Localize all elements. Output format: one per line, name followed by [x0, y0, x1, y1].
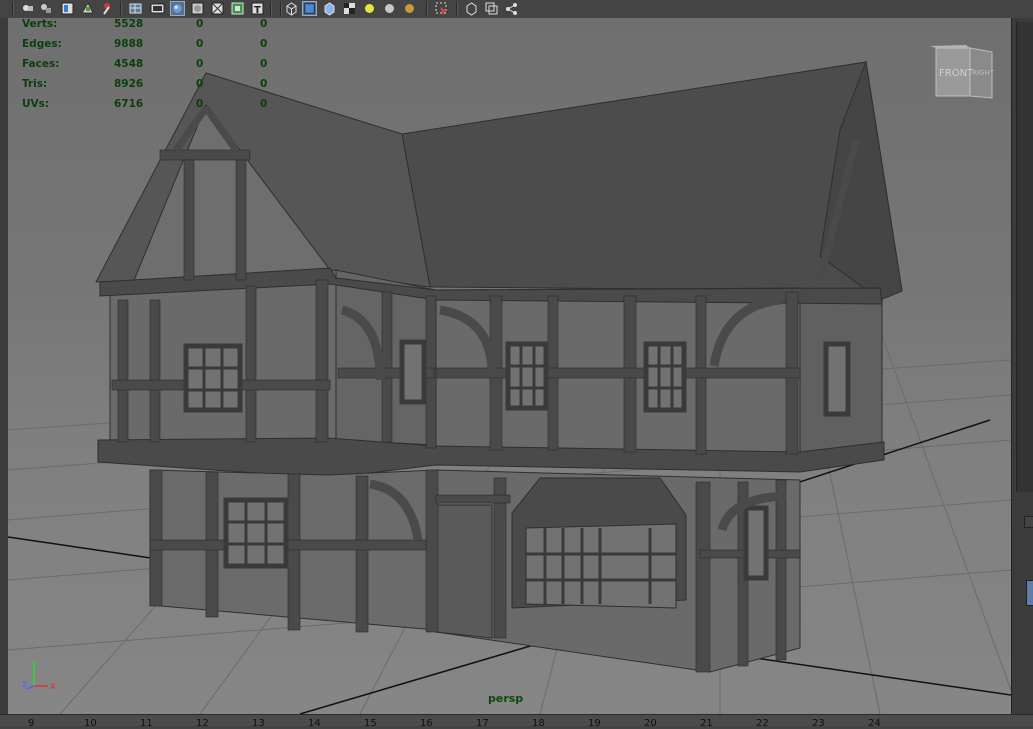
toolbar-separator [456, 2, 458, 16]
use-all-lights-icon[interactable]: T [250, 1, 265, 16]
camera-name-label: persp [488, 692, 524, 705]
hud-label: UVs: [22, 98, 50, 110]
hud-value: 9888 [114, 38, 144, 50]
hud-value: 4548 [114, 58, 144, 70]
shadows-icon[interactable] [382, 1, 397, 16]
timeline-tick-label: 12 [196, 718, 209, 729]
wireframe-icon[interactable] [170, 1, 185, 16]
svg-text:T: T [254, 5, 261, 16]
timeline-tick-label: 20 [644, 718, 657, 729]
hud-uv: 0 [260, 58, 268, 70]
hud-value: 5528 [114, 18, 144, 30]
smooth-shade-icon[interactable] [190, 1, 205, 16]
timeline-tick-label: 18 [532, 718, 545, 729]
timeline-tick-label: 9 [28, 718, 35, 729]
timeline-tick-label: 23 [812, 718, 825, 729]
timeline-tick-label: 13 [252, 718, 265, 729]
panel-toggle-button[interactable] [1026, 580, 1033, 606]
hud-label: Faces: [22, 58, 60, 70]
2d-pan-icon[interactable] [80, 1, 95, 16]
timeline-tick-label: 22 [756, 718, 769, 729]
perspective-viewport[interactable]: Verts: 5528 0 0 Edges: 9888 0 0 Faces: 4… [8, 18, 1011, 714]
view-cube[interactable]: FRONT RIGHT [926, 44, 998, 108]
axis-z-label: z [22, 679, 27, 690]
axis-gizmo: y z x [22, 659, 62, 698]
grease-pencil-icon[interactable] [100, 1, 115, 16]
hud-value: 6716 [114, 98, 144, 110]
hud-label: Verts: [22, 18, 58, 30]
hud-uv: 0 [260, 98, 268, 110]
scene-canvas [8, 60, 1011, 714]
image-plane-icon[interactable] [60, 1, 75, 16]
hud-uv: 0 [260, 18, 268, 30]
timeline-tick-label: 14 [308, 718, 321, 729]
hud-selected: 0 [196, 18, 204, 30]
timeline-tick-label: 16 [420, 718, 433, 729]
hud-uv: 0 [260, 38, 268, 50]
hud-selected: 0 [196, 78, 204, 90]
time-slider[interactable]: 9 10 11 12 13 14 15 16 17 18 19 20 21 22 23 24 [0, 714, 1033, 729]
camera-attributes-icon[interactable] [20, 1, 35, 16]
shaded-wireframe-icon[interactable] [210, 1, 225, 16]
axis-y-label: y [31, 660, 37, 670]
node-editor-icon[interactable] [504, 1, 519, 16]
textured-icon[interactable] [230, 1, 245, 16]
film-gate-icon[interactable] [150, 1, 165, 16]
toolbar-separator [426, 2, 428, 16]
bounding-box-icon[interactable] [284, 1, 299, 16]
timeline-tick-label: 10 [84, 718, 97, 729]
shaded-cube-icon[interactable] [302, 1, 317, 16]
xray-icon[interactable] [322, 1, 337, 16]
timeline-tick-label: 19 [588, 718, 601, 729]
hud-value: 8926 [114, 78, 144, 90]
toolbar-separator [120, 2, 122, 16]
viewcube-front-label[interactable]: FRONT [939, 68, 974, 79]
hud-uv: 0 [260, 78, 268, 90]
timeline-tick-label: 21 [700, 718, 713, 729]
hud-selected: 0 [196, 58, 204, 70]
axis-x-label: x [50, 681, 56, 692]
viewcube-right-label[interactable]: RIGHT [972, 69, 995, 77]
timeline-tick-label: 15 [364, 718, 377, 729]
timeline-tick-label: 17 [476, 718, 489, 729]
isolate-select-icon[interactable] [464, 1, 479, 16]
hud-selected: 0 [196, 98, 204, 110]
toolbar-separator [12, 2, 14, 16]
select-camera-icon[interactable] [434, 1, 449, 16]
hud-label: Edges: [22, 38, 62, 50]
timeline-tick-label: 11 [140, 718, 153, 729]
ambient-occlusion-icon[interactable] [402, 1, 417, 16]
right-side-panel [1011, 18, 1033, 714]
hud-selected: 0 [196, 38, 204, 50]
toolbar-separator [270, 2, 272, 16]
timeline-tick-label: 24 [868, 718, 881, 729]
bookmark-icon[interactable] [38, 1, 53, 16]
hud-label: Tris: [22, 78, 48, 90]
checker-icon[interactable] [342, 1, 357, 16]
default-light-icon[interactable] [362, 1, 377, 16]
resolution-gate-icon[interactable] [484, 1, 499, 16]
viewport-toolbar: T [0, 0, 1033, 19]
grid-icon[interactable] [128, 1, 143, 16]
